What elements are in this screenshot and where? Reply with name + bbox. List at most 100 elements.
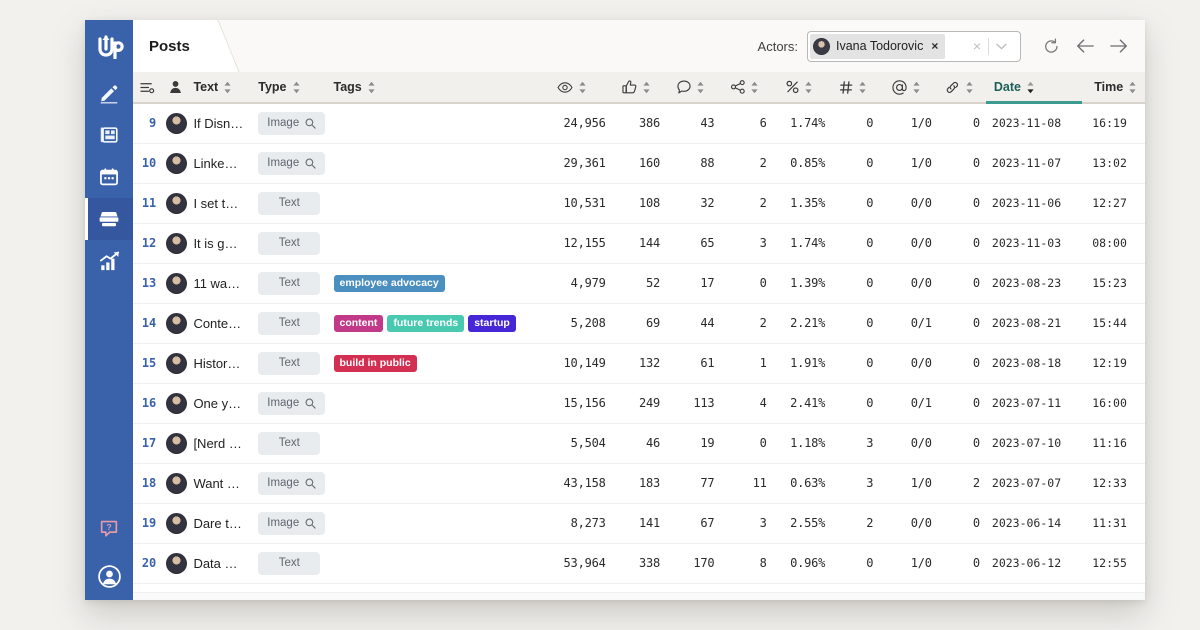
row-actor-cell[interactable] (162, 143, 190, 184)
row-actor-cell[interactable] (162, 343, 190, 384)
column-time-header[interactable]: Time (1084, 72, 1145, 104)
tag-pill[interactable]: startup (468, 314, 516, 332)
column-hashtags-header[interactable] (829, 72, 878, 104)
sort-icon-active[interactable] (1026, 81, 1035, 94)
tag-pill[interactable]: future trends (387, 314, 465, 332)
sidebar-item-account[interactable] (85, 552, 133, 600)
row-index[interactable]: 11 (133, 183, 163, 224)
sidebar-item-posts[interactable] (85, 198, 133, 240)
table-row[interactable]: 11 I set t… Text 10,531 108 32 2 1.35% 0 0/0 0 2023… (133, 183, 1145, 224)
column-comments-header[interactable] (664, 72, 719, 104)
tag-pill[interactable]: employee advocacy (333, 274, 445, 292)
column-rate-header[interactable] (770, 72, 830, 104)
row-text[interactable]: It is g… (189, 223, 255, 264)
remove-actor-icon[interactable]: × (931, 39, 938, 53)
sidebar-item-help[interactable]: ? (85, 504, 133, 552)
row-index[interactable]: 14 (133, 303, 163, 344)
type-pill[interactable]: Image (258, 511, 326, 535)
sort-icon[interactable] (858, 81, 867, 94)
table-row[interactable]: 17 [Nerd … Text 5,504 46 19 0 1.18% 3 0/0 0 2023-07… (133, 423, 1145, 464)
table-row[interactable]: 15 Histor… Text build in public 10,149 132 61 1… (133, 343, 1145, 384)
table-row[interactable]: 19 Dare t… Image 8,273 141 67 3 2.55% 2 0/0 0 2023-… (133, 503, 1145, 544)
table-row[interactable]: 14 Conte… Text content future trends startup 5… (133, 303, 1145, 344)
row-actor-cell[interactable] (162, 102, 190, 144)
row-actor-cell[interactable] (162, 383, 190, 424)
row-actor-cell[interactable] (162, 183, 190, 224)
row-actor-cell[interactable] (162, 463, 190, 504)
refresh-button[interactable] (1035, 30, 1067, 62)
sidebar-item-calendar[interactable] (85, 156, 133, 198)
row-text[interactable]: Dare t… (189, 503, 255, 544)
row-text[interactable]: If Disn… (189, 102, 255, 144)
horizontal-scrollbar[interactable] (133, 592, 1145, 600)
actor-select[interactable]: Ivana Todorovic × × (807, 30, 1021, 62)
row-text[interactable]: I set t… (189, 183, 255, 224)
sort-icon[interactable] (750, 81, 759, 94)
row-actor-cell[interactable] (162, 543, 190, 584)
row-text[interactable]: Histor… (189, 343, 255, 384)
type-pill[interactable]: Text (258, 231, 321, 255)
column-date-header[interactable]: Date (983, 72, 1085, 104)
row-index[interactable]: 9 (133, 102, 163, 144)
sort-icon[interactable] (578, 81, 587, 94)
row-text[interactable]: Data … (189, 543, 255, 584)
row-actor-cell[interactable] (162, 263, 190, 304)
column-actor-header[interactable] (162, 72, 190, 104)
table-row[interactable]: 20 Data … Text 53,964 338 170 8 0.96% 0 1/0 0 2023-… (133, 543, 1145, 584)
column-tags-header[interactable]: Tags (329, 72, 535, 104)
row-text[interactable]: One y… (189, 383, 255, 424)
type-pill[interactable]: Text (258, 311, 321, 335)
column-type-header[interactable]: Type (254, 72, 330, 104)
row-text[interactable]: Linke… (189, 143, 255, 184)
tab-posts[interactable]: Posts (133, 20, 216, 72)
sidebar-item-analytics[interactable] (85, 240, 133, 282)
type-pill[interactable]: Image (258, 111, 326, 135)
table-row[interactable]: 13 11 wa… Text employee advocacy 4,979 52 17 0 1… (133, 263, 1145, 304)
table-row[interactable]: 16 One y… Image 15,156 249 113 4 2.41% 0 0/1 0 2023… (133, 383, 1145, 424)
column-links-header[interactable] (935, 72, 984, 104)
sort-icon[interactable] (292, 81, 301, 94)
row-actor-cell[interactable] (162, 423, 190, 464)
table-row[interactable]: 9 If Disn… Image 24,956 386 43 6 1.74% 0 1/0 0 2023… (133, 102, 1145, 144)
column-mentions-header[interactable] (877, 72, 936, 104)
row-actor-cell[interactable] (162, 303, 190, 344)
row-text[interactable]: Conte… (189, 303, 255, 344)
column-settings-header[interactable] (133, 72, 163, 104)
clear-icon[interactable]: × (966, 38, 988, 54)
type-pill[interactable]: Text (258, 431, 321, 455)
column-shares-header[interactable] (718, 72, 771, 104)
forward-button[interactable] (1103, 30, 1135, 62)
actor-chip[interactable]: Ivana Todorovic × (810, 33, 946, 59)
type-pill[interactable]: Text (258, 551, 321, 575)
sort-icon[interactable] (912, 81, 921, 94)
row-index[interactable]: 17 (133, 423, 163, 464)
sort-icon[interactable] (804, 81, 813, 94)
tag-pill[interactable]: content (333, 314, 384, 332)
sort-icon[interactable] (965, 81, 974, 94)
row-index[interactable]: 10 (133, 143, 163, 184)
tag-pill[interactable]: build in public (333, 354, 417, 372)
back-button[interactable] (1069, 30, 1101, 62)
row-index[interactable]: 13 (133, 263, 163, 304)
row-index[interactable]: 15 (133, 343, 163, 384)
sort-icon[interactable] (367, 81, 376, 94)
row-index[interactable]: 16 (133, 383, 163, 424)
column-likes-header[interactable] (609, 72, 665, 104)
table-row[interactable]: 18 Want … Image 43,158 183 77 11 0.63% 3 1/0 2 2023… (133, 463, 1145, 504)
sort-icon[interactable] (1128, 81, 1137, 94)
type-pill[interactable]: Text (258, 271, 321, 295)
row-text[interactable]: 11 wa… (189, 263, 255, 304)
type-pill[interactable]: Image (258, 471, 326, 495)
row-text[interactable]: Want … (189, 463, 255, 504)
row-index[interactable]: 19 (133, 503, 163, 544)
table-row[interactable]: 12 It is g… Text 12,155 144 65 3 1.74% 0 0/0 0 2023… (133, 223, 1145, 264)
row-index[interactable]: 12 (133, 223, 163, 264)
sort-icon[interactable] (223, 81, 232, 94)
row-actor-cell[interactable] (162, 223, 190, 264)
sidebar-item-compose[interactable] (85, 72, 133, 114)
chevron-down-icon[interactable] (989, 43, 1014, 50)
table-row[interactable]: 10 Linke… Image 29,361 160 88 2 0.85% 0 1/0 0 2023-… (133, 143, 1145, 184)
row-index[interactable]: 18 (133, 463, 163, 504)
column-views-header[interactable] (534, 72, 610, 104)
type-pill[interactable]: Text (258, 191, 321, 215)
